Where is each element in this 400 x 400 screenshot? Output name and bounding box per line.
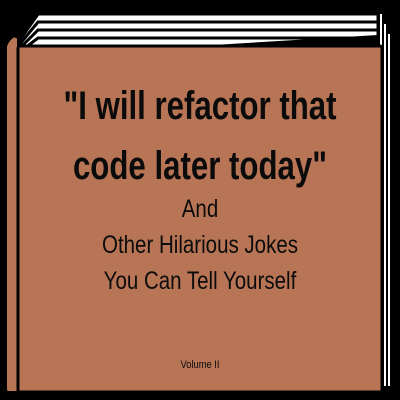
book: "I will refactor that code later today" … bbox=[0, 0, 400, 400]
cover-text: "I will refactor that code later today" … bbox=[18, 58, 382, 390]
title-line-2: code later today" bbox=[72, 144, 328, 188]
meme-image: "I will refactor that code later today" … bbox=[0, 0, 400, 400]
title-line-1: "I will refactor that bbox=[63, 84, 337, 128]
subtitle-line-2: Other Hilarious Jokes bbox=[102, 231, 298, 259]
subtitle-line-1: And bbox=[181, 195, 219, 223]
subtitle-line-3: You Can Tell Yourself bbox=[103, 267, 297, 295]
volume-label: Volume II bbox=[180, 359, 220, 371]
book-spine bbox=[5, 34, 19, 393]
